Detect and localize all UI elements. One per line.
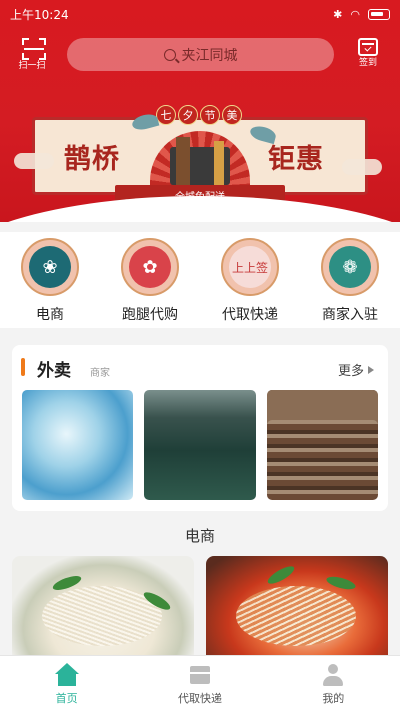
product-image[interactable] [206,556,388,660]
lion-dance-icon: ❀ [21,238,79,296]
status-time: 上午10:24 [10,7,69,22]
category-errand[interactable]: ✿ 跑腿代购 [100,232,200,328]
header-background: 上午10:24 ✱ ◠ 扫一扫 夹江同城 签到 七 夕 节 美 鹊桥 钜惠 全城… [0,0,400,222]
flower-icon: ❁ [321,238,379,296]
express-icon: 上上签 [221,238,279,296]
nav-home[interactable]: 首页 [0,656,133,711]
ecommerce-section-title: 电商 [184,527,215,545]
banner-products-image [140,127,260,189]
search-icon [163,48,176,61]
section-accent-bar [21,358,25,376]
scan-icon [22,38,46,60]
scan-label: 扫一扫 [18,61,46,71]
runner-icon: ✿ [121,238,179,296]
cloud-decoration [14,153,54,169]
cloud-decoration [342,159,382,175]
nav-profile[interactable]: 我的 [267,656,400,711]
search-placeholder: 夹江同城 [181,47,238,64]
category-merchant[interactable]: ❁ 商家入驻 [300,232,400,328]
promo-banner[interactable]: 七 夕 节 美 鹊桥 钜惠 全城免配送 [14,97,382,217]
merchant-image[interactable] [266,390,378,500]
triangle-right-icon [368,365,374,374]
banner-ribbon: 全城免配送 [115,185,285,205]
banner-right-text: 钜惠 [268,144,324,175]
parcel-icon [187,663,213,687]
takeaway-title: 外卖 [37,361,71,381]
takeaway-card: 外卖 商家 更多 [12,345,388,511]
banner-left-text: 鹊桥 [64,144,120,175]
signin-label: 签到 [358,58,377,68]
more-link[interactable]: 更多 [338,360,374,379]
bluetooth-icon: ✱ [333,7,343,21]
search-bar[interactable]: 夹江同城 [67,38,334,71]
product-image[interactable] [12,556,194,660]
nav-express[interactable]: 代取快递 [133,656,266,711]
calendar-check-icon [358,38,378,56]
merchant-image[interactable] [22,390,134,500]
status-bar: 上午10:24 ✱ ◠ [0,0,400,28]
festival-tag: 七 夕 节 美 [156,105,242,129]
user-icon [320,663,346,687]
bottom-nav: 首页 代取快递 我的 [0,655,400,711]
merchant-image[interactable] [144,390,256,500]
signin-button[interactable]: 签到 [353,38,383,72]
category-express[interactable]: 上上签 代取快递 [200,232,300,328]
category-grid: ❀ 电商 ✿ 跑腿代购 上上签 代取快递 ❁ 商家入驻 [0,232,400,328]
battery-icon [368,8,390,20]
home-icon [54,663,80,687]
scan-button[interactable]: 扫一扫 [18,38,50,72]
wifi-icon: ◠ [350,7,360,21]
category-ecommerce[interactable]: ❀ 电商 [0,232,100,328]
takeaway-subtitle: 商家 [90,368,110,379]
